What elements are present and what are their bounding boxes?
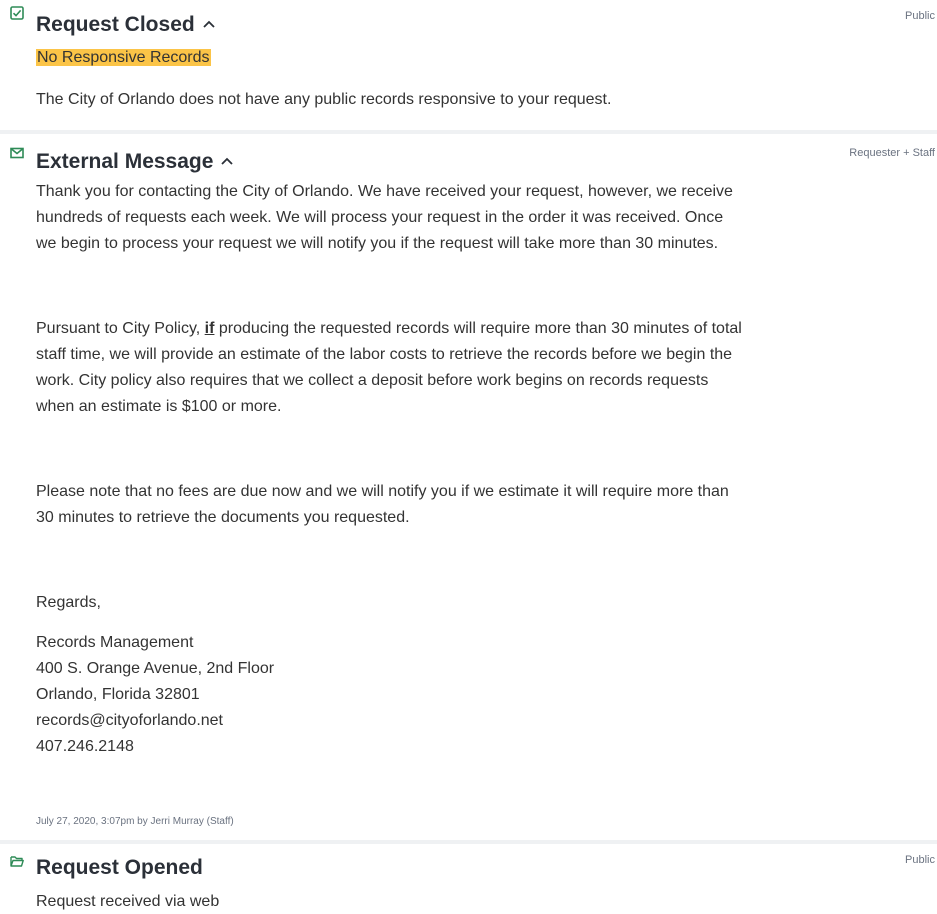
- message-line: Thank you for contacting the City of Orl…: [36, 183, 733, 200]
- message-text: producing the requested records will req…: [214, 320, 742, 337]
- message-line: work. City policy also requires that we …: [36, 372, 709, 389]
- message-line: Pursuant to City Policy, if producing th…: [36, 317, 742, 341]
- timeline-entry-external-message: External Message Requester + Staff Thank…: [0, 134, 937, 840]
- status-badge-text: No Responsive Records: [36, 49, 211, 66]
- regards-text: Regards,: [36, 594, 101, 611]
- message-line: when an estimate is $100 or more.: [36, 398, 282, 415]
- entry-message: Request received via web: [36, 893, 220, 910]
- folder-open-icon: [10, 856, 24, 867]
- entry-meta: July 27, 2020, 3:07pm by Jerri Murray (S…: [36, 816, 234, 827]
- message-line: hundreds of requests each week. We will …: [36, 209, 724, 226]
- message-line: staff time, we will provide an estimate …: [36, 346, 733, 363]
- signature-line: Records Management: [36, 634, 194, 651]
- message-text: Pursuant to City Policy,: [36, 320, 205, 337]
- chevron-up-icon[interactable]: [221, 147, 234, 171]
- signature-line: Orlando, Florida 32801: [36, 686, 200, 703]
- timeline-entry-request-closed: Request Closed Public No Responsive Reco…: [0, 0, 937, 130]
- message-line: we begin to process your request we will…: [36, 235, 719, 252]
- entry-message: The City of Orlando does not have any pu…: [36, 91, 612, 108]
- visibility-label: Public: [905, 854, 935, 866]
- entry-title: External Message: [36, 147, 234, 174]
- timeline-entry-request-opened: Request Opened Public Request received v…: [0, 844, 937, 911]
- chevron-up-icon[interactable]: [203, 10, 215, 34]
- entry-title: Request Opened: [36, 856, 203, 879]
- signature-line: 400 S. Orange Avenue, 2nd Floor: [36, 660, 275, 677]
- message-line: 30 minutes to retrieve the documents you…: [36, 509, 410, 526]
- emphasis-text: if: [204, 320, 215, 337]
- signature-line: 407.246.2148: [36, 738, 134, 755]
- visibility-label: Requester + Staff: [849, 147, 935, 159]
- entry-title-text: Request Closed: [36, 13, 195, 36]
- checkbox-icon: [10, 6, 24, 20]
- visibility-label: Public: [905, 10, 935, 22]
- entry-title: Request Closed: [36, 10, 215, 37]
- signature-line: records@cityoforlando.net: [36, 712, 223, 729]
- envelope-icon: [10, 147, 24, 159]
- message-line: Please note that no fees are due now and…: [36, 483, 729, 500]
- entry-title-text: External Message: [36, 150, 214, 173]
- status-badge: No Responsive Records: [36, 46, 211, 70]
